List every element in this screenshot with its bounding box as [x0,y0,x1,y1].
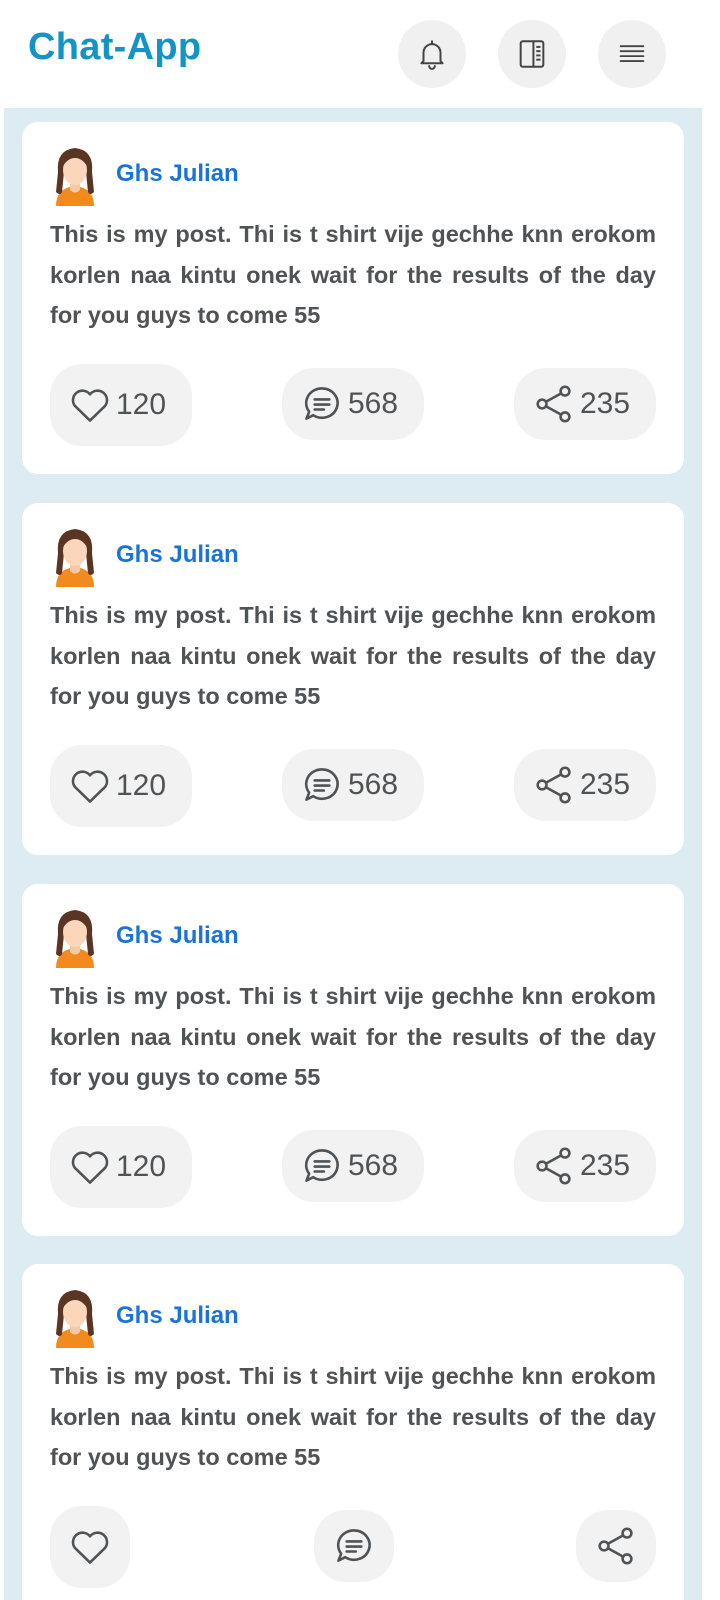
like-button[interactable]: 120 [50,364,192,446]
post-author[interactable]: Ghs Julian [116,922,239,950]
like-button[interactable]: 120 [50,745,192,827]
comment-button[interactable]: 568 [282,1130,424,1202]
share-button[interactable]: 235 [514,368,656,440]
post-feed[interactable]: Ghs Julian This is my post. Thi is t shi… [4,108,702,1600]
post-author[interactable]: Ghs Julian [116,1302,239,1330]
comment-icon [304,387,339,420]
like-count: 120 [116,1150,167,1183]
like-button[interactable] [50,1506,130,1588]
like-button[interactable]: 120 [50,1126,192,1208]
share-icon [536,1147,571,1185]
heart-icon [71,389,109,422]
share-icon [536,766,571,804]
avatar[interactable] [46,1284,104,1348]
avatar[interactable] [46,523,104,587]
share-count: 235 [580,1149,631,1182]
post-text: This is my post. Thi is t shirt vije gec… [50,1363,656,1470]
share-icon [598,1527,633,1565]
comment-button[interactable]: 568 [282,368,424,440]
avatar[interactable] [46,904,104,968]
app-header: Chat-App [0,0,720,108]
post-text: This is my post. Thi is t shirt vije gec… [50,221,656,328]
heart-icon [71,1531,109,1564]
post-author[interactable]: Ghs Julian [116,160,239,188]
news-button[interactable] [498,20,566,88]
share-button[interactable]: 235 [514,749,656,821]
bell-icon [420,40,444,70]
comment-count: 568 [348,768,399,801]
comment-button[interactable] [314,1510,394,1582]
like-count: 120 [116,388,167,421]
menu-icon [619,45,645,63]
share-icon [536,385,571,423]
comment-icon [304,768,339,801]
news-icon [519,40,545,68]
post-text: This is my post. Thi is t shirt vije gec… [50,602,656,709]
app-title: Chat-App [28,26,202,68]
comment-icon [304,1149,339,1182]
post-text: This is my post. Thi is t shirt vije gec… [50,983,656,1090]
avatar[interactable] [46,142,104,206]
post-card: Ghs Julian This is my post. Thi is t shi… [22,503,684,855]
comment-icon [336,1529,371,1562]
notifications-button[interactable] [398,20,466,88]
comment-count: 568 [348,387,399,420]
post-author[interactable]: Ghs Julian [116,541,239,569]
menu-button[interactable] [598,20,666,88]
share-button[interactable]: 235 [514,1130,656,1202]
post-card: Ghs Julian This is my post. Thi is t shi… [22,884,684,1236]
post-card: Ghs Julian This is my post. Thi is t shi… [22,1264,684,1600]
share-button[interactable] [576,1510,656,1582]
share-count: 235 [580,768,631,801]
heart-icon [71,770,109,803]
comment-button[interactable]: 568 [282,749,424,821]
like-count: 120 [116,769,167,802]
heart-icon [71,1151,109,1184]
comment-count: 568 [348,1149,399,1182]
share-count: 235 [580,387,631,420]
post-card: Ghs Julian This is my post. Thi is t shi… [22,122,684,474]
